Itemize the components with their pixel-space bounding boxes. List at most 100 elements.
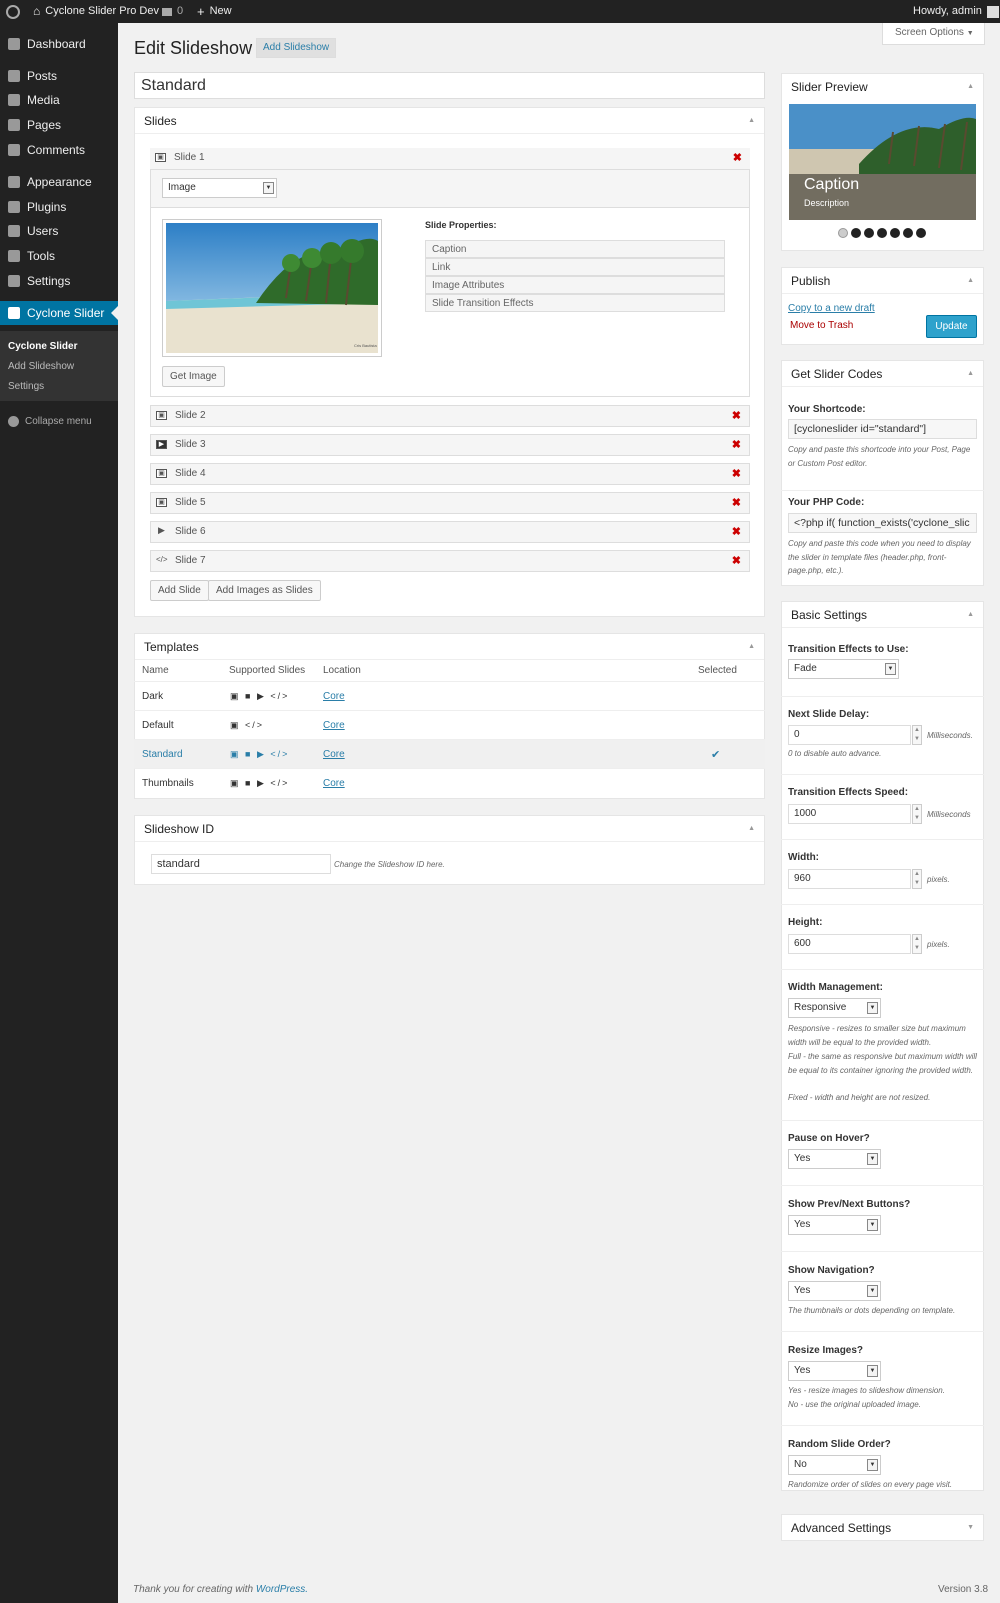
php-code-field[interactable]: <?php if( function_exists('cyclone_slic — [788, 513, 977, 533]
screen-options-button[interactable]: Screen Options ▼ — [882, 23, 985, 45]
wordpress-link[interactable]: WordPress. — [256, 1584, 308, 1595]
prop-image-attributes[interactable]: Image Attributes — [425, 276, 725, 294]
account-menu[interactable]: Howdy, admin — [913, 0, 999, 23]
slider-codes-header[interactable]: Get Slider Codes ▲ — [782, 361, 983, 387]
add-slide-button[interactable]: Add Slide — [150, 580, 209, 601]
slide-7-header[interactable]: </> Slide 7 ✖ — [150, 550, 750, 572]
spinner-arrows-icon[interactable]: ▲ ▼ — [912, 804, 922, 824]
slideshow-id-box-header[interactable]: Slideshow ID ▲ — [135, 816, 764, 842]
expand-arrow-icon[interactable]: ▼ — [967, 1515, 974, 1541]
sidebar-item-appearance[interactable]: Appearance — [0, 170, 118, 194]
spinner-arrows-icon[interactable]: ▲ ▼ — [912, 725, 922, 745]
pager-dot[interactable] — [864, 228, 874, 238]
site-name-link[interactable]: ⌂ Cyclone Slider Pro Dev — [33, 0, 159, 23]
advanced-settings-header[interactable]: Advanced Settings ▼ — [782, 1515, 983, 1541]
show-prev-next-select[interactable]: Yes ▼ — [788, 1215, 881, 1235]
resize-images-select[interactable]: Yes ▼ — [788, 1361, 881, 1381]
sidebar-item-comments[interactable]: Comments — [0, 138, 118, 162]
submenu-settings[interactable]: Settings — [8, 381, 44, 392]
sidebar-item-users[interactable]: Users — [0, 219, 118, 243]
sidebar-item-plugins[interactable]: Plugins — [0, 195, 118, 219]
location-link[interactable]: Core — [323, 749, 345, 760]
sidebar-item-settings[interactable]: Settings — [0, 269, 118, 293]
delete-icon[interactable]: ✖ — [732, 406, 741, 426]
width-input[interactable]: 960 — [788, 869, 911, 889]
column-header-location: Location — [323, 665, 361, 676]
copy-to-draft-link[interactable]: Copy to a new draft — [788, 303, 875, 314]
collapse-arrow-icon[interactable]: ▲ — [967, 361, 974, 387]
transition-effects-select[interactable]: Fade ▼ — [788, 659, 899, 679]
sidebar-item-media[interactable]: Media — [0, 88, 118, 112]
height-input[interactable]: 600 — [788, 934, 911, 954]
slide-3-header[interactable]: ▶ Slide 3 ✖ — [150, 434, 750, 456]
page-title: Edit Slideshow — [134, 38, 253, 58]
table-row[interactable]: Thumbnails ▣ ■ ▶ </> Core — [134, 768, 765, 797]
location-link[interactable]: Core — [323, 691, 345, 702]
collapse-arrow-icon[interactable]: ▲ — [748, 816, 755, 842]
submenu-cyclone-slider[interactable]: Cyclone Slider — [8, 341, 77, 352]
delete-icon[interactable]: ✖ — [732, 435, 741, 455]
update-button[interactable]: Update — [926, 315, 977, 338]
delete-icon[interactable]: ✖ — [732, 464, 741, 484]
slide-5-header[interactable]: ▣ Slide 5 ✖ — [150, 492, 750, 514]
location-link[interactable]: Core — [323, 778, 345, 789]
sidebar-item-cyclone-slider[interactable]: Cyclone Slider — [0, 301, 118, 325]
comments-link[interactable]: 0 — [162, 0, 183, 23]
slide-2-header[interactable]: ▣ Slide 2 ✖ — [150, 405, 750, 427]
collapse-arrow-icon[interactable]: ▲ — [967, 268, 974, 294]
delete-icon[interactable]: ✖ — [732, 551, 741, 571]
slide-1-header[interactable]: ▣ Slide 1 ✖ — [150, 148, 750, 170]
next-slide-delay-input[interactable]: 0 — [788, 725, 911, 745]
delete-icon[interactable]: ✖ — [732, 522, 741, 542]
table-row[interactable]: Default ▣ </> Core — [134, 710, 765, 739]
delete-icon[interactable]: ✖ — [732, 493, 741, 513]
collapse-menu-button[interactable]: Collapse menu — [8, 416, 92, 427]
prop-link[interactable]: Link — [425, 258, 725, 276]
pager-dot[interactable] — [877, 228, 887, 238]
width-management-select[interactable]: Responsive ▼ — [788, 998, 881, 1018]
spinner-arrows-icon[interactable]: ▲ ▼ — [912, 934, 922, 954]
transition-speed-input[interactable]: 1000 — [788, 804, 911, 824]
pager-dot[interactable] — [890, 228, 900, 238]
spinner-arrows-icon[interactable]: ▲ ▼ — [912, 869, 922, 889]
collapse-arrow-icon[interactable]: ▲ — [748, 108, 755, 134]
delete-icon[interactable]: ✖ — [733, 148, 742, 168]
random-order-select[interactable]: No ▼ — [788, 1455, 881, 1475]
new-content-link[interactable]: + New — [197, 0, 232, 23]
prop-slide-transition-effects[interactable]: Slide Transition Effects — [425, 294, 725, 312]
basic-settings-header[interactable]: Basic Settings ▲ — [782, 602, 983, 628]
pause-on-hover-select[interactable]: Yes ▼ — [788, 1149, 881, 1169]
add-slideshow-button[interactable]: Add Slideshow — [256, 38, 337, 58]
collapse-arrow-icon[interactable]: ▲ — [967, 74, 974, 100]
sidebar-item-dashboard[interactable]: Dashboard — [0, 32, 118, 56]
sidebar-item-pages[interactable]: Pages — [0, 113, 118, 137]
shortcode-field[interactable]: [cycloneslider id="standard"] — [788, 419, 977, 439]
pager-dot[interactable] — [903, 228, 913, 238]
collapse-arrow-icon[interactable]: ▲ — [748, 634, 755, 660]
pager-dot[interactable] — [838, 228, 848, 238]
slides-box-header[interactable]: Slides ▲ — [135, 108, 764, 134]
slideshow-title-input[interactable]: Standard — [134, 72, 765, 99]
slide-4-header[interactable]: ▣ Slide 4 ✖ — [150, 463, 750, 485]
get-image-button[interactable]: Get Image — [162, 366, 225, 387]
slider-preview-header[interactable]: Slider Preview ▲ — [782, 74, 983, 100]
show-navigation-select[interactable]: Yes ▼ — [788, 1281, 881, 1301]
collapse-arrow-icon[interactable]: ▲ — [967, 602, 974, 628]
wordpress-logo-icon[interactable] — [6, 0, 20, 23]
submenu-add-slideshow[interactable]: Add Slideshow — [8, 361, 74, 372]
sidebar-item-tools[interactable]: Tools — [0, 244, 118, 268]
templates-box-header[interactable]: Templates ▲ — [135, 634, 764, 660]
sidebar-item-posts[interactable]: Posts — [0, 64, 118, 88]
table-row[interactable]: Standard ▣ ■ ▶ </> Core ✔ — [134, 739, 765, 768]
publish-box-header[interactable]: Publish ▲ — [782, 268, 983, 294]
slide-type-select[interactable]: Image ▼ — [162, 178, 277, 198]
table-row[interactable]: Dark ▣ ■ ▶ </> Core — [134, 681, 765, 710]
pager-dot[interactable] — [851, 228, 861, 238]
slide-6-header[interactable]: ▶ Slide 6 ✖ — [150, 521, 750, 543]
prop-caption[interactable]: Caption — [425, 240, 725, 258]
pager-dot[interactable] — [916, 228, 926, 238]
add-images-as-slides-button[interactable]: Add Images as Slides — [208, 580, 321, 601]
location-link[interactable]: Core — [323, 720, 345, 731]
move-to-trash-link[interactable]: Move to Trash — [790, 320, 853, 331]
slideshow-id-input[interactable]: standard — [151, 854, 331, 874]
